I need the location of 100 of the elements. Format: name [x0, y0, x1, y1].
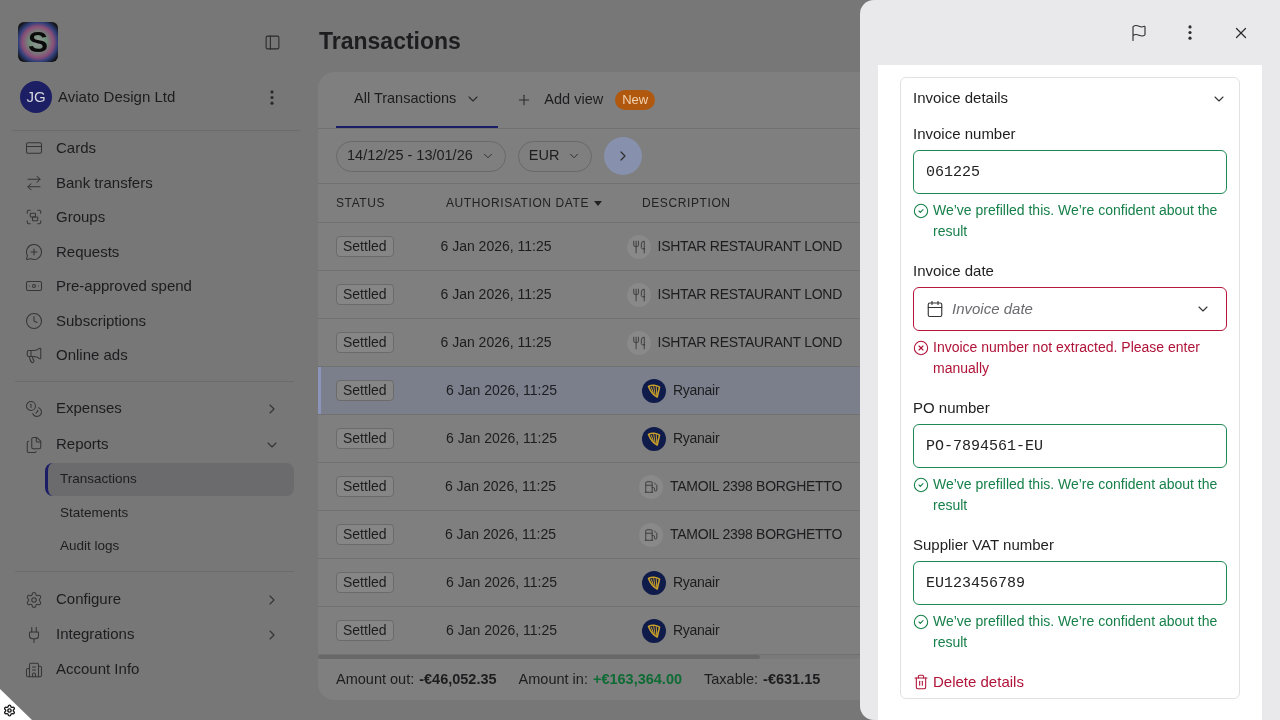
nav-item[interactable]: Reports — [12, 426, 288, 463]
status-badge: Settled — [336, 380, 394, 401]
merchant-name: Ryanair — [673, 429, 720, 448]
column-header[interactable]: DESCRIPTION — [642, 194, 731, 212]
avatar: JG — [20, 81, 52, 113]
fuel-pump-icon — [638, 474, 663, 499]
input-field[interactable]: EU123456789 — [913, 561, 1227, 605]
nav-item[interactable]: Online ads — [12, 338, 288, 373]
table-row[interactable]: Settled 6 Jan 2026, 11:25 Ryanair — [318, 367, 860, 415]
harp-icon — [642, 618, 666, 643]
total-value: -€46,052.35 — [419, 669, 497, 689]
date-picker[interactable]: Invoice date — [913, 287, 1227, 331]
merchant-name: Ryanair — [673, 381, 720, 400]
nav-item[interactable]: Account Info — [12, 652, 288, 687]
more-icon — [270, 89, 274, 105]
validation-message: We’ve prefilled this. We’re confident about the result — [933, 475, 1219, 515]
status-badge: Settled — [336, 524, 394, 545]
total-label: Amount in: — [518, 669, 588, 689]
calendar-icon — [926, 300, 944, 318]
table-cell-text: 6 Jan 2026, 11:25 — [446, 621, 558, 640]
status-badge: Settled — [336, 284, 394, 305]
merchant-name: TAMOIL 2398 BORGHETTO — [669, 477, 842, 496]
circle-check-icon — [913, 613, 929, 630]
more-icon — [1188, 25, 1192, 40]
table-cell-text: 6 Jan 2026, 11:25 — [446, 429, 558, 448]
table-row[interactable]: Settled 6 Jan 2026, 11:25 ISHTAR RESTAURANT LOND — [318, 223, 860, 271]
field-label: Supplier VAT number — [913, 535, 1054, 555]
total-value: +€163,364.00 — [592, 669, 683, 689]
circle-check-icon — [913, 476, 929, 493]
validation-message: We’ve prefilled this. We’re confident about the result — [933, 201, 1219, 241]
circle-check-icon — [913, 202, 929, 219]
merchant-name: TAMOIL 2398 BORGHETTO — [669, 525, 842, 544]
arrows-icon — [25, 173, 43, 192]
sidebar-toggle-icon — [263, 33, 281, 51]
nav-item[interactable]: Groups — [12, 200, 288, 235]
utensils-icon — [626, 282, 651, 307]
table-row[interactable]: Settled 6 Jan 2026, 11:25 TAMOIL 2398 BORGHETTO — [318, 463, 860, 511]
total-value: -€631.15 — [763, 669, 821, 689]
field-label: PO number — [913, 398, 990, 418]
nav-subitem[interactable]: Statements — [45, 496, 294, 530]
status-badge: Settled — [336, 476, 394, 497]
table-row[interactable]: Settled 6 Jan 2026, 11:25 TAMOIL 2398 BORGHETTO — [318, 511, 860, 559]
validation-message: We’ve prefilled this. We’re confident about the result — [933, 612, 1219, 652]
nav-item[interactable]: Subscriptions — [12, 303, 288, 338]
utensils-icon — [626, 330, 651, 355]
merchant-name: ISHTAR RESTAURANT LOND — [657, 285, 842, 304]
table-row[interactable]: Settled 6 Jan 2026, 11:25 ISHTAR RESTAURANT LOND — [318, 271, 860, 319]
account-name: Aviato Design Ltd — [58, 86, 176, 107]
field-label: Invoice date — [913, 261, 994, 281]
view-tab[interactable]: All Transactions — [336, 72, 499, 128]
nav-item[interactable]: Integrations — [12, 617, 288, 652]
status-badge: Settled — [336, 332, 394, 353]
coins-icon — [25, 399, 43, 418]
input-field[interactable]: 061225 — [913, 150, 1227, 194]
nav-subitem[interactable]: Transactions — [45, 462, 294, 496]
gear-icon — [25, 590, 43, 609]
status-badge: Settled — [336, 236, 394, 257]
nav-item[interactable]: Expenses — [12, 390, 288, 427]
harp-icon — [642, 570, 666, 595]
megaphone-icon — [25, 346, 43, 365]
table-row[interactable]: Settled 6 Jan 2026, 11:25 Ryanair — [318, 559, 860, 607]
nav-item[interactable]: Cards — [12, 131, 288, 166]
merchant-name: ISHTAR RESTAURANT LOND — [657, 333, 842, 352]
field-label: Invoice number — [913, 124, 1016, 144]
table-cell-text: 6 Jan 2026, 11:25 — [444, 477, 556, 496]
utensils-icon — [626, 234, 651, 259]
merchant-name: ISHTAR RESTAURANT LOND — [657, 237, 842, 256]
total-label: Amount out: — [336, 669, 415, 689]
frame-icon — [25, 208, 43, 227]
page-title: Transactions — [318, 27, 461, 56]
table-cell-text: 6 Jan 2026, 11:25 — [446, 573, 558, 592]
harp-icon — [642, 378, 666, 403]
table-row[interactable]: Settled 6 Jan 2026, 11:25 Ryanair — [318, 415, 860, 463]
add-view-button[interactable]: Add view New — [516, 72, 656, 128]
fuel-pump-icon — [638, 522, 663, 547]
input-field[interactable]: PO-7894561-EU — [913, 424, 1227, 468]
table-cell-text: 6 Jan 2026, 11:25 — [440, 333, 552, 352]
nav-item[interactable]: Requests — [12, 234, 288, 269]
validation-message: Invoice number not extracted. Please enter manually — [933, 338, 1201, 378]
app-logo: S — [18, 22, 58, 62]
table-cell-text: 6 Jan 2026, 11:25 — [440, 237, 552, 256]
nav-item[interactable]: Pre-approved spend — [12, 269, 288, 304]
status-badge: Settled — [336, 572, 394, 593]
column-header[interactable]: STATUS — [336, 194, 386, 212]
delete-details-button[interactable]: Delete details — [913, 672, 1024, 692]
flag-icon — [1130, 23, 1148, 42]
merchant-name: Ryanair — [673, 621, 720, 640]
harp-icon — [642, 426, 666, 451]
table-cell-text: 6 Jan 2026, 11:25 — [444, 525, 556, 544]
column-header[interactable]: AUTHORISATION DATE — [446, 194, 603, 212]
total-label: Taxable: — [704, 669, 759, 689]
merchant-name: Ryanair — [673, 573, 720, 592]
status-badge: Settled — [336, 428, 394, 449]
nav-item[interactable]: Configure — [12, 582, 288, 617]
sort-caret-icon — [594, 200, 603, 206]
clock-icon — [25, 311, 43, 330]
section-header[interactable]: Invoice details — [913, 78, 1227, 119]
nav-subitem[interactable]: Audit logs — [45, 529, 294, 563]
documents-icon — [25, 435, 43, 454]
nav-item[interactable]: Bank transfers — [12, 165, 288, 200]
